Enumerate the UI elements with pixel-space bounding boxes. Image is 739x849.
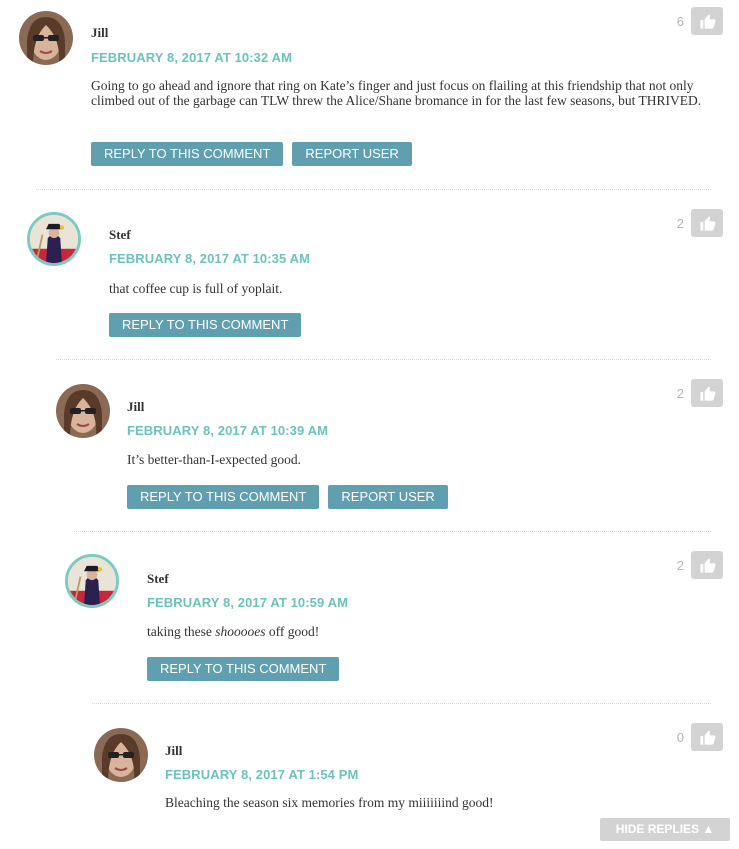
comment-date[interactable]: FEBRUARY 8, 2017 AT 10:59 AM xyxy=(147,595,348,610)
avatar-stef-image xyxy=(30,215,78,263)
comment-body-emphasis: shooooes xyxy=(215,624,266,639)
comment-author: Jill xyxy=(127,399,145,414)
comment: Stef FEBRUARY 8, 2017 AT 10:59 AM taking… xyxy=(56,532,725,704)
reply-button[interactable]: REPLY TO THIS COMMENT xyxy=(147,657,340,681)
like-button[interactable] xyxy=(691,7,723,35)
avatar-stef-image xyxy=(68,557,116,605)
comment: Stef FEBRUARY 8, 2017 AT 10:35 AM that c… xyxy=(18,190,725,360)
comment-body: taking these shooooes off good! xyxy=(147,624,725,639)
comment-author: Stef xyxy=(147,571,169,586)
reply-button[interactable]: REPLY TO THIS COMMENT xyxy=(109,313,302,337)
like-control: 2 xyxy=(677,209,723,237)
like-count: 2 xyxy=(676,557,684,573)
like-control: 0 xyxy=(677,723,723,751)
comment-author: Jill xyxy=(91,25,109,40)
hide-replies-button[interactable]: HIDE REPLIES ▲ xyxy=(600,818,730,841)
comment-actions: REPLY TO THIS COMMENT REPORT USER xyxy=(91,142,412,166)
like-button[interactable] xyxy=(691,723,723,751)
avatar-jill[interactable] xyxy=(94,728,148,782)
comment-body-text: off good! xyxy=(265,624,320,639)
comment-body: Bleaching the season six memories from m… xyxy=(165,795,494,810)
avatar-jill-image xyxy=(94,728,148,782)
avatar-jill-image xyxy=(56,384,110,438)
comment-body: It’s better-than-I-expected good. xyxy=(127,452,302,467)
like-button[interactable] xyxy=(691,551,723,579)
comment-actions: REPLY TO THIS COMMENT xyxy=(109,313,302,337)
comment-actions: REPLY TO THIS COMMENT REPORT USER xyxy=(127,485,448,509)
avatar-jill-image xyxy=(19,11,73,65)
report-user-button[interactable]: REPORT USER xyxy=(328,485,448,509)
thumbs-up-icon xyxy=(699,729,715,745)
comment-date[interactable]: FEBRUARY 8, 2017 AT 1:54 PM xyxy=(165,767,358,782)
reply-button[interactable]: REPLY TO THIS COMMENT xyxy=(91,142,284,166)
comment: Jill FEBRUARY 8, 2017 AT 10:39 AM It’s b… xyxy=(36,360,725,532)
thumbs-up-icon xyxy=(699,13,715,29)
like-control: 2 xyxy=(677,379,723,407)
comment-body-text: taking these xyxy=(147,624,216,639)
report-user-button[interactable]: REPORT USER xyxy=(292,142,412,166)
comment-author: Stef xyxy=(109,227,131,242)
like-count: 0 xyxy=(676,729,684,745)
like-count: 6 xyxy=(676,13,684,29)
like-count: 2 xyxy=(676,215,684,231)
avatar-stef[interactable] xyxy=(27,212,81,266)
like-control: 2 xyxy=(677,551,723,579)
like-button[interactable] xyxy=(691,379,723,407)
comment-body: that coffee cup is full of yoplait. xyxy=(109,281,283,296)
like-button[interactable] xyxy=(691,209,723,237)
thumbs-up-icon xyxy=(699,557,715,573)
avatar-jill[interactable] xyxy=(56,384,110,438)
comment-date[interactable]: FEBRUARY 8, 2017 AT 10:32 AM xyxy=(91,50,292,65)
avatar-jill[interactable] xyxy=(19,11,73,65)
comment-body: Going to go ahead and ignore that ring o… xyxy=(91,78,702,108)
comment-author: Jill xyxy=(165,743,183,758)
comment-date[interactable]: FEBRUARY 8, 2017 AT 10:39 AM xyxy=(127,423,328,438)
comment-actions: REPLY TO THIS COMMENT xyxy=(147,657,340,681)
comment: Jill FEBRUARY 8, 2017 AT 10:32 AM Going … xyxy=(0,0,725,190)
like-control: 6 xyxy=(677,7,723,35)
comment-date[interactable]: FEBRUARY 8, 2017 AT 10:35 AM xyxy=(109,251,310,266)
thumbs-up-icon xyxy=(699,385,715,401)
thumbs-up-icon xyxy=(699,215,715,231)
comment-thread: Jill FEBRUARY 8, 2017 AT 10:32 AM Going … xyxy=(0,0,739,849)
reply-button[interactable]: REPLY TO THIS COMMENT xyxy=(127,485,320,509)
like-count: 2 xyxy=(676,385,684,401)
avatar-stef[interactable] xyxy=(65,554,119,608)
